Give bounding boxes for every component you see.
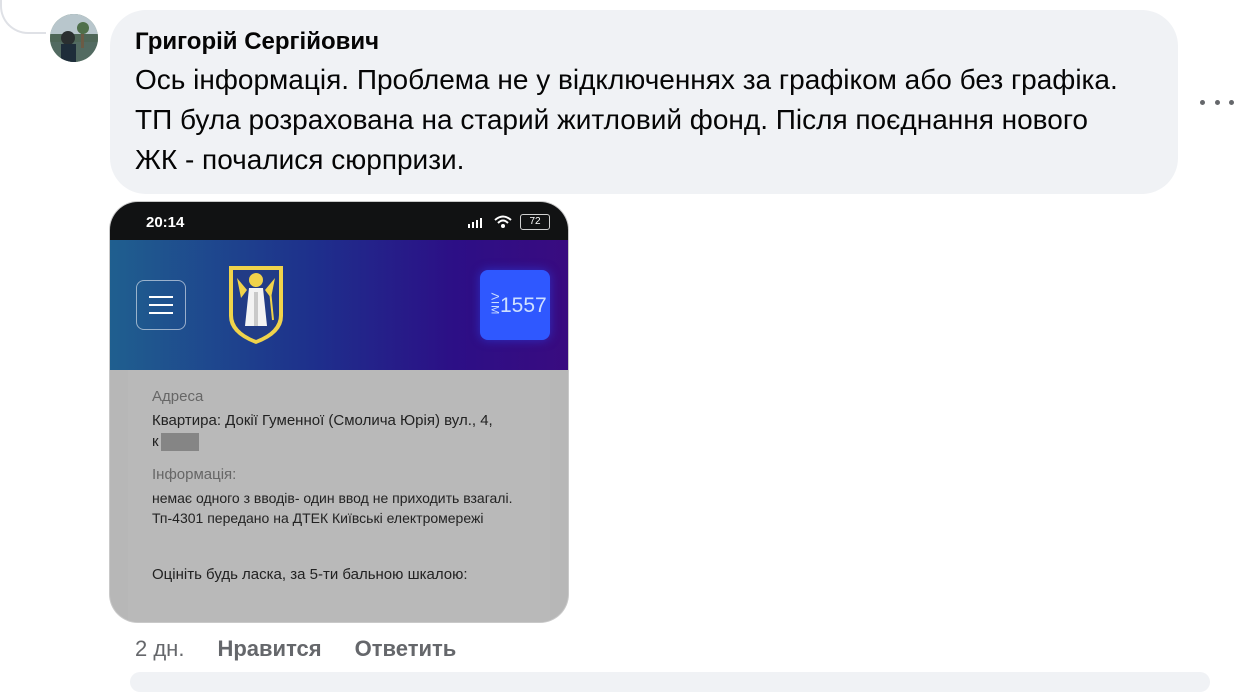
thread-connector <box>0 0 46 34</box>
more-options-button[interactable] <box>1200 90 1234 114</box>
app-header: ΛΙΜ 1557 <box>110 240 568 370</box>
like-button[interactable]: Нравится <box>217 634 321 664</box>
next-comment-bubble <box>130 672 1210 692</box>
avatar[interactable] <box>50 14 98 62</box>
menu-button[interactable] <box>136 280 186 330</box>
address-value-line-2: к <box>152 433 159 450</box>
status-time: 20:14 <box>146 214 185 231</box>
redacted-apartment-number <box>160 433 199 452</box>
address-value-line-1: Квартира: Докії Гуменної (Смолича Юрія) … <box>152 412 493 429</box>
address-value: Квартира: Докії Гуменної (Смолича Юрія) … <box>152 410 526 452</box>
comment-bubble: Григорій Сергійович Ось інформація. Проб… <box>110 10 1178 194</box>
kyiv-crest-icon <box>229 266 283 344</box>
signal-icon <box>468 218 482 228</box>
rating-prompt: Оцініть будь ласка, за 5-ти бальною шкал… <box>152 566 468 583</box>
information-label: Інформація: <box>152 466 237 483</box>
reply-button[interactable]: Ответить <box>355 634 457 664</box>
comment-author[interactable]: Григорій Сергійович <box>135 28 1154 56</box>
hotline-badge-vertical-text: ΛΙΜ <box>488 292 501 316</box>
attached-screenshot[interactable]: 20:14 72 ΛΙΜ 1557 Адреса Квартира: Докії… <box>110 202 568 622</box>
wifi-icon <box>494 215 512 228</box>
address-label: Адреса <box>152 388 204 405</box>
status-icons: 72 <box>468 214 550 230</box>
comment-actions: 2 дн. Нравится Ответить <box>135 634 456 664</box>
more-horizontal-icon <box>1229 99 1234 105</box>
more-horizontal-icon <box>1214 99 1220 105</box>
hotline-1557-logo[interactable]: ΛΙΜ 1557 <box>480 270 550 340</box>
hotline-badge-number: 1557 <box>500 294 547 317</box>
battery-indicator: 72 <box>520 214 550 230</box>
menu-icon <box>149 312 173 314</box>
request-details-card: Адреса Квартира: Докії Гуменної (Смолича… <box>128 370 550 622</box>
information-value: немає одного з вводів- один ввод не прих… <box>152 490 513 526</box>
menu-icon <box>149 304 173 306</box>
comment-text: Ось інформація. Проблема не у відключенн… <box>135 64 1118 175</box>
avatar-photo <box>50 14 98 62</box>
phone-status-bar: 20:14 72 <box>110 202 568 240</box>
more-horizontal-icon <box>1200 99 1205 105</box>
comment-time[interactable]: 2 дн. <box>135 634 184 664</box>
menu-icon <box>149 296 173 298</box>
